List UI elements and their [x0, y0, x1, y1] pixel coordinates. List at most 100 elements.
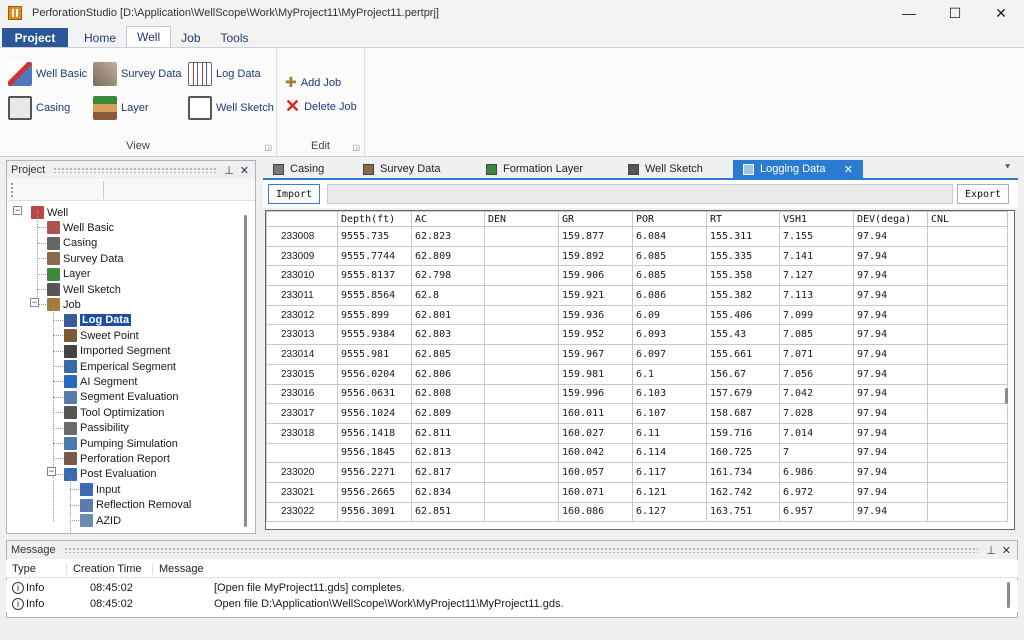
table-cell[interactable] — [484, 245, 559, 267]
table-cell[interactable]: 233011 — [266, 285, 338, 306]
table-cell[interactable]: 159.892 — [558, 245, 633, 267]
collapse-icon[interactable]: − — [47, 467, 56, 476]
column-header[interactable]: VSH1 — [779, 211, 854, 227]
table-cell[interactable]: 9556.0204 — [337, 363, 412, 385]
column-header[interactable] — [266, 211, 338, 227]
project-tree[interactable]: Well Well Basic Casing Survey Data Layer Well… — [7, 203, 252, 533]
delete-job-button[interactable]: ✕ Delete Job — [285, 96, 357, 117]
table-cell[interactable]: 97.94 — [853, 245, 928, 267]
table-row[interactable]: 233011 9555.8564 62.8 159.921 6.086 155.382 7.… — [266, 285, 1008, 306]
expand-icon[interactable]: ◲ — [352, 143, 360, 152]
table-cell[interactable] — [484, 304, 559, 326]
table-cell[interactable]: 9556.2271 — [337, 462, 412, 483]
table-cell[interactable] — [484, 344, 559, 365]
table-cell[interactable]: 155.382 — [706, 285, 780, 306]
tree-item-passibility[interactable]: Passibility — [64, 421, 129, 436]
column-header[interactable]: CNL — [927, 211, 1008, 227]
table-row[interactable]: 233016 9556.0631 62.808 159.996 6.103 157.679… — [266, 383, 1008, 405]
table-row[interactable]: 233014 9555.981 62.805 159.967 6.097 155.661 7… — [266, 344, 1008, 365]
tree-item-input[interactable]: Input — [80, 482, 120, 497]
table-cell[interactable]: 6.093 — [632, 324, 707, 346]
table-cell[interactable]: 160.725 — [706, 442, 780, 464]
table-cell[interactable] — [927, 226, 1008, 247]
table-cell[interactable]: 160.057 — [558, 462, 633, 483]
tab-well[interactable]: Well — [126, 26, 172, 47]
table-cell[interactable]: 97.94 — [853, 442, 928, 464]
message-row[interactable]: i Info 08:45:02 [Open file MyProject11.g… — [6, 580, 1018, 596]
table-cell[interactable]: 159.981 — [558, 363, 633, 385]
table-cell[interactable]: 97.94 — [853, 226, 928, 247]
close-icon[interactable]: ✕ — [240, 164, 249, 177]
table-cell[interactable]: 6.1 — [632, 363, 707, 385]
tab-logging-data[interactable]: Logging Data ✕ — [733, 160, 863, 178]
tree-item-emperical-segment[interactable]: Emperical Segment — [64, 359, 176, 374]
table-cell[interactable]: 62.823 — [411, 226, 485, 247]
table-cell[interactable]: 62.801 — [411, 304, 485, 326]
table-cell[interactable] — [927, 324, 1008, 346]
path-field[interactable] — [327, 184, 953, 204]
table-cell[interactable] — [927, 442, 1008, 464]
collapse-icon[interactable]: − — [30, 298, 39, 307]
table-cell[interactable]: 9556.3091 — [337, 501, 412, 523]
expand-icon[interactable]: ◲ — [264, 143, 272, 152]
table-cell[interactable]: 7.099 — [779, 304, 854, 326]
table-row[interactable]: 233018 9556.1418 62.811 160.027 6.11 159.716 7… — [266, 422, 1008, 444]
table-cell[interactable]: 6.086 — [632, 285, 707, 306]
table-cell[interactable]: 9555.899 — [337, 304, 412, 326]
table-row[interactable]: 233020 9556.2271 62.817 160.057 6.117 161.734… — [266, 462, 1008, 483]
tab-formation-layer[interactable]: Formation Layer — [476, 160, 618, 178]
table-cell[interactable]: 97.94 — [853, 304, 928, 326]
table-row[interactable]: 233010 9555.8137 62.798 159.906 6.085 155.358… — [266, 265, 1008, 287]
table-cell[interactable] — [927, 403, 1008, 424]
message-row[interactable]: i Info 08:45:02 Open file D:\Application… — [6, 596, 1018, 612]
grid-scrollbar[interactable] — [1005, 388, 1008, 404]
tab-home[interactable]: Home — [74, 28, 126, 47]
table-cell[interactable]: 7.056 — [779, 363, 854, 385]
table-cell[interactable]: 9555.8137 — [337, 265, 412, 287]
table-cell[interactable]: 7.042 — [779, 383, 854, 405]
maximize-button[interactable]: ☐ — [932, 0, 978, 26]
table-cell[interactable] — [484, 442, 559, 464]
table-cell[interactable]: 233010 — [266, 265, 338, 287]
table-cell[interactable]: 7 — [779, 442, 854, 464]
table-cell[interactable]: 7.141 — [779, 245, 854, 267]
table-cell[interactable]: 97.94 — [853, 363, 928, 385]
table-cell[interactable] — [927, 344, 1008, 365]
table-cell[interactable]: 97.94 — [853, 265, 928, 287]
table-cell[interactable] — [484, 501, 559, 523]
table-row[interactable]: 233021 9556.2665 62.834 160.071 6.121 162.742… — [266, 481, 1008, 503]
table-cell[interactable]: 233016 — [266, 383, 338, 405]
table-cell[interactable]: 233021 — [266, 481, 338, 503]
table-cell[interactable]: 97.94 — [853, 462, 928, 483]
tree-item-imported-segment[interactable]: Imported Segment — [64, 344, 171, 359]
table-cell[interactable]: 97.94 — [853, 422, 928, 444]
table-cell[interactable] — [927, 363, 1008, 385]
table-cell[interactable]: 155.358 — [706, 265, 780, 287]
table-cell[interactable]: 6.085 — [632, 265, 707, 287]
table-cell[interactable]: 9555.8564 — [337, 285, 412, 306]
table-cell[interactable]: 62.8 — [411, 285, 485, 306]
table-cell[interactable] — [484, 403, 559, 424]
tab-survey-data[interactable]: Survey Data — [353, 160, 476, 178]
table-cell[interactable]: 62.811 — [411, 422, 485, 444]
table-cell[interactable]: 6.957 — [779, 501, 854, 523]
table-cell[interactable]: 233012 — [266, 304, 338, 326]
survey-data-button[interactable]: Survey Data — [93, 62, 182, 86]
table-cell[interactable]: 159.877 — [558, 226, 633, 247]
table-cell[interactable]: 97.94 — [853, 344, 928, 365]
table-row[interactable]: 233013 9555.9384 62.803 159.952 6.093 155.43 7… — [266, 324, 1008, 346]
layer-button[interactable]: Layer — [93, 96, 149, 120]
tree-item-sweet-point[interactable]: Sweet Point — [64, 328, 139, 343]
tree-item-well-sketch[interactable]: Well Sketch — [47, 282, 121, 297]
well-basic-button[interactable]: Well Basic — [8, 62, 87, 86]
add-job-button[interactable]: ✚ Add Job — [285, 74, 341, 91]
table-cell[interactable] — [927, 462, 1008, 483]
table-cell[interactable]: 155.43 — [706, 324, 780, 346]
logging-data-grid[interactable]: Depth(ft) AC DEN GR POR RT VSH1 DEV(dega) CNL 23… — [265, 210, 1015, 530]
table-cell[interactable]: 233017 — [266, 403, 338, 424]
table-cell[interactable]: 9556.2665 — [337, 481, 412, 503]
tree-item-azid[interactable]: AZID — [80, 513, 121, 528]
table-cell[interactable] — [484, 265, 559, 287]
message-scrollbar[interactable] — [1007, 582, 1010, 608]
tree-item-perforation-report[interactable]: Perforation Report — [64, 451, 170, 466]
